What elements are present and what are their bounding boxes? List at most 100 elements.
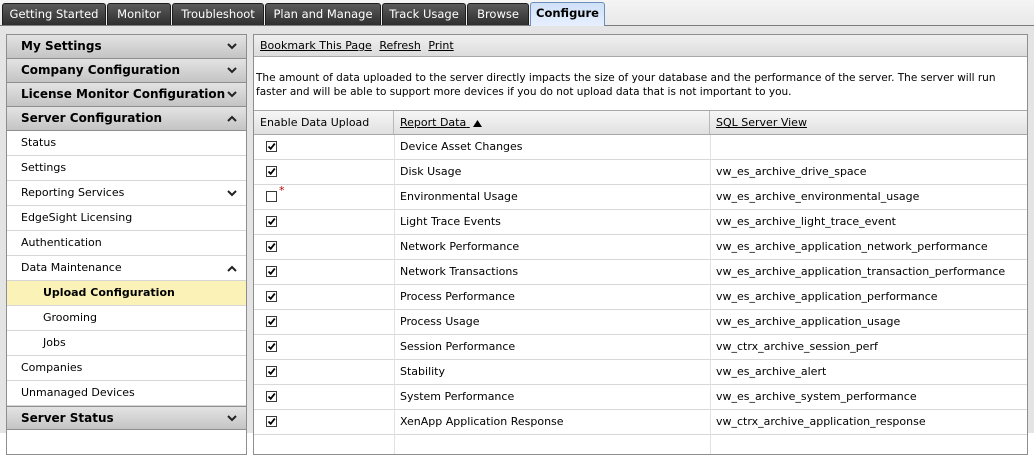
- sidebar-item-label: Reporting Services: [21, 186, 125, 199]
- report-data-cell: Network Performance: [400, 240, 520, 253]
- table-row: System Performance vw_es_archive_system_p…: [254, 385, 1027, 410]
- checkmark-icon: [267, 143, 276, 151]
- checkmark-icon: [267, 393, 276, 401]
- sidebar-item-edgesight-licensing[interactable]: EdgeSight Licensing: [7, 206, 246, 231]
- report-data-cell: XenApp Application Response: [400, 415, 564, 428]
- checkmark-icon: [267, 218, 276, 226]
- enable-cell: [254, 360, 394, 384]
- tab-browse[interactable]: Browse: [467, 3, 529, 25]
- sidebar-item-data-maintenance[interactable]: Data Maintenance: [7, 256, 246, 281]
- section-company-configuration[interactable]: Company Configuration: [7, 59, 246, 83]
- sidebar-item-authentication[interactable]: Authentication: [7, 231, 246, 256]
- sidebar-item-upload-configuration[interactable]: Upload Configuration: [7, 281, 246, 306]
- tab-getting-started[interactable]: Getting Started: [2, 3, 106, 25]
- report-data-cell: Light Trace Events: [400, 215, 501, 228]
- required-mark: *: [279, 184, 285, 197]
- sidebar-item-label: Jobs: [43, 336, 66, 349]
- sidebar-item-reporting-services[interactable]: Reporting Services: [7, 181, 246, 206]
- column-header-sql-server-view[interactable]: SQL Server View: [710, 111, 1027, 134]
- chevron-down-icon: [226, 407, 238, 429]
- section-label: License Monitor Configuration: [21, 87, 226, 101]
- section-server-configuration[interactable]: Server Configuration: [7, 107, 246, 131]
- page-description: The amount of data uploaded to the serve…: [256, 72, 996, 98]
- main-panel: Bookmark This Page Refresh Print The amo…: [253, 34, 1028, 455]
- sidebar-item-settings[interactable]: Settings: [7, 156, 246, 181]
- bookmark-link[interactable]: Bookmark This Page: [260, 39, 372, 52]
- sidebar-item-status[interactable]: Status: [7, 131, 246, 156]
- table-row: XenApp Application Response vw_ctrx_archi…: [254, 410, 1027, 435]
- report-data-cell: Disk Usage: [400, 165, 462, 178]
- enable-cell: [254, 310, 394, 334]
- print-link[interactable]: Print: [428, 39, 453, 52]
- checkmark-icon: [267, 368, 276, 376]
- table-row: Network Performance vw_es_archive_applica…: [254, 235, 1027, 260]
- table-row: * Environmental Usage vw_es_archive_enviro…: [254, 184, 1027, 210]
- checkmark-icon: [267, 268, 276, 276]
- tab-monitor[interactable]: Monitor: [107, 3, 171, 25]
- sidebar-item-unmanaged-devices[interactable]: Unmanaged Devices: [7, 381, 246, 406]
- report-data-cell: Process Usage: [400, 315, 480, 328]
- checkmark-icon: [267, 168, 276, 176]
- enable-upload-checkbox[interactable]: [266, 316, 277, 327]
- enable-upload-checkbox[interactable]: [266, 391, 277, 402]
- enable-upload-checkbox[interactable]: [266, 216, 277, 227]
- sql-view-cell: vw_ctrx_archive_application_response: [716, 415, 926, 428]
- enable-cell: [254, 410, 394, 434]
- enable-cell: [254, 285, 394, 309]
- checkmark-icon: [267, 318, 276, 326]
- sql-view-cell: [716, 135, 1027, 159]
- enable-cell: [254, 260, 394, 284]
- refresh-link[interactable]: Refresh: [379, 39, 421, 52]
- enable-upload-checkbox[interactable]: [266, 341, 277, 352]
- sql-view-cell: vw_es_archive_environmental_usage: [716, 190, 920, 203]
- enable-upload-checkbox[interactable]: [266, 366, 277, 377]
- sidebar-item-label: Authentication: [21, 236, 102, 249]
- report-data-cell: System Performance: [400, 390, 515, 403]
- sidebar-item-label: Grooming: [43, 311, 97, 324]
- chevron-down-icon: [226, 181, 238, 205]
- table-row: Network Transactions vw_es_archive_applic…: [254, 260, 1027, 285]
- sidebar-item-label: Data Maintenance: [21, 261, 122, 274]
- sidebar-item-companies[interactable]: Companies: [7, 356, 246, 381]
- enable-upload-checkbox[interactable]: [266, 416, 277, 427]
- column-divider: [710, 135, 711, 454]
- enable-upload-checkbox[interactable]: [266, 241, 277, 252]
- table-row: Process Usage vw_es_archive_application_u…: [254, 310, 1027, 335]
- tab-track-usage[interactable]: Track Usage: [382, 3, 466, 25]
- sidebar: My Settings Company Configuration Licens…: [6, 34, 247, 455]
- enable-cell: [254, 135, 394, 159]
- sidebar-item-jobs[interactable]: Jobs: [7, 331, 246, 356]
- chevron-down-icon: [226, 59, 238, 82]
- enable-cell: [254, 385, 394, 409]
- section-license-monitor-configuration[interactable]: License Monitor Configuration: [7, 83, 246, 107]
- enable-upload-checkbox[interactable]: [266, 291, 277, 302]
- chevron-up-icon: [226, 107, 238, 130]
- section-label: Server Status: [21, 411, 114, 425]
- enable-cell: *: [254, 184, 394, 209]
- sort-up-icon: [472, 119, 482, 127]
- enable-upload-checkbox[interactable]: [266, 141, 277, 152]
- report-data-cell: Session Performance: [400, 340, 516, 353]
- enable-upload-checkbox[interactable]: [266, 191, 277, 202]
- tab-plan-and-manage[interactable]: Plan and Manage: [265, 3, 381, 25]
- report-data-cell: Process Performance: [400, 290, 515, 303]
- column-header-report-data[interactable]: Report Data: [394, 111, 710, 134]
- sidebar-item-label: Unmanaged Devices: [21, 386, 135, 399]
- sql-view-cell: vw_es_archive_application_usage: [716, 315, 901, 328]
- table-row: Light Trace Events vw_es_archive_light_tr…: [254, 210, 1027, 235]
- section-my-settings[interactable]: My Settings: [7, 35, 246, 59]
- content-frame: My Settings Company Configuration Licens…: [0, 26, 1034, 455]
- top-tab-bar: Getting Started Monitor Troubleshoot Pla…: [0, 0, 1034, 26]
- page-toolbar: Bookmark This Page Refresh Print: [254, 35, 1027, 57]
- section-server-status[interactable]: Server Status: [7, 406, 246, 430]
- sidebar-item-label: Settings: [21, 161, 67, 174]
- tab-configure[interactable]: Configure: [530, 2, 605, 26]
- report-data-cell: Stability: [400, 365, 446, 378]
- enable-upload-checkbox[interactable]: [266, 266, 277, 277]
- enable-upload-checkbox[interactable]: [266, 166, 277, 177]
- tab-troubleshoot[interactable]: Troubleshoot: [172, 3, 264, 25]
- chevron-up-icon: [226, 256, 238, 280]
- section-label: Server Configuration: [21, 111, 163, 125]
- table-row: Device Asset Changes: [254, 135, 1027, 160]
- sidebar-item-grooming[interactable]: Grooming: [7, 306, 246, 331]
